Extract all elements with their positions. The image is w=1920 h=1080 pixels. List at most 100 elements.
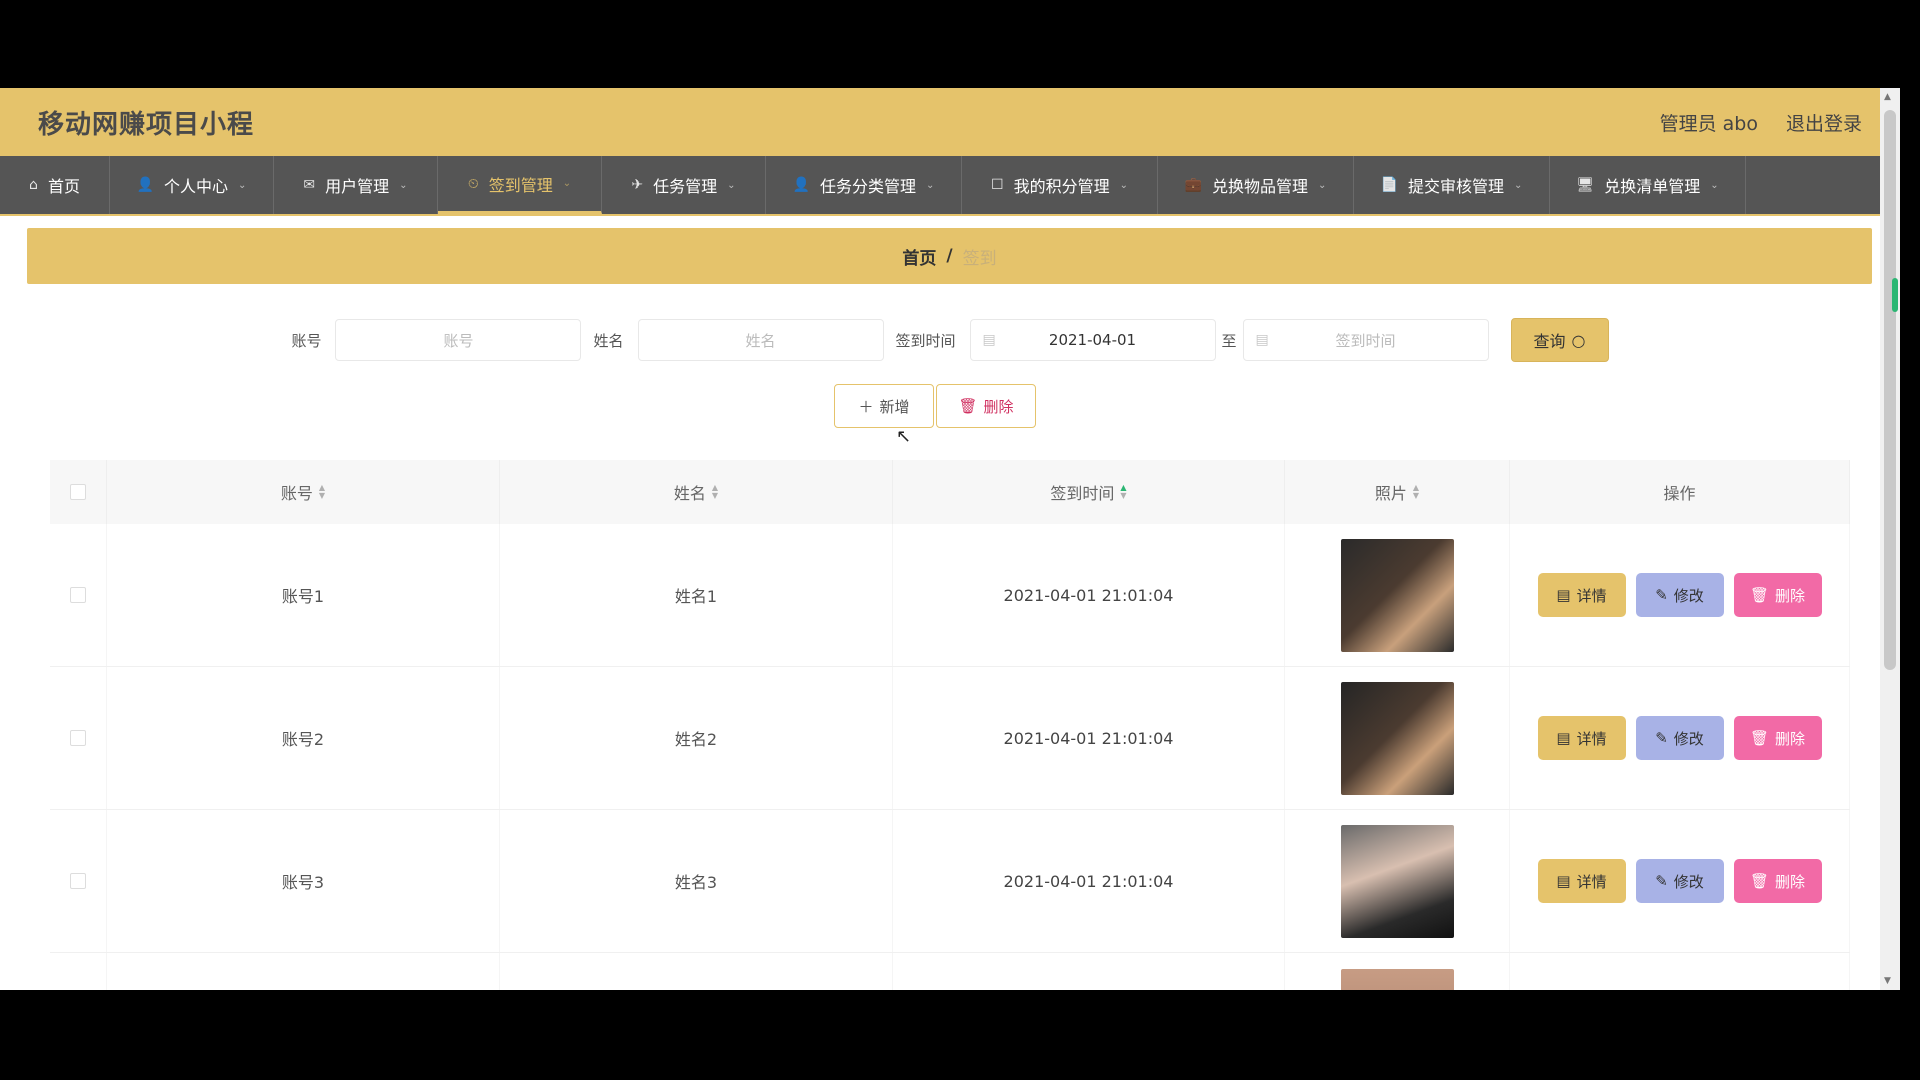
breadcrumb: 首页 / 签到 <box>27 228 1872 284</box>
name-input[interactable]: 姓名 <box>637 319 884 361</box>
col-actions-label: 操作 <box>1663 484 1696 503</box>
chevron-down-icon: ⌄ <box>727 179 736 191</box>
col-name[interactable]: 姓名 ▲ ▼ <box>500 460 893 524</box>
actions-cell: ▤ 详情 ✎ 修改 🗑 删除 <box>1510 524 1850 666</box>
select-all-checkbox[interactable] <box>70 484 86 500</box>
col-photo[interactable]: 照片 ▲ ▼ <box>1285 460 1510 524</box>
edit-button[interactable]: ✎ 修改 <box>1635 716 1724 760</box>
scroll-down-icon[interactable]: ▼ <box>1884 976 1891 986</box>
detail-button[interactable]: ▤ 详情 <box>1537 716 1626 760</box>
photo-thumbnail[interactable] <box>1340 538 1454 652</box>
start-date-input[interactable]: ▤ 2021-04-01 <box>969 319 1216 361</box>
delete-button[interactable]: 🗑 删除 <box>1733 859 1822 903</box>
nav-item[interactable]: ⌂ 首页 <box>0 156 110 214</box>
sort-icon: ▲ ▼ <box>711 483 719 500</box>
trash-icon: 🗑 <box>958 397 978 415</box>
table-body: 账号1 姓名1 2021-04-01 21:01:04 ▤ 详情 ✎ 修改 🗑 删除 … <box>50 524 1850 953</box>
query-button[interactable]: 查询 ○ <box>1510 318 1609 362</box>
photo-thumbnail[interactable] <box>1340 681 1454 795</box>
nav-item-label: 用户管理 <box>325 177 390 196</box>
account-cell <box>107 953 500 990</box>
row-select-cell <box>50 667 107 809</box>
top-header: 移动网赚项目小程 管理员 abo 退出登录 <box>0 88 1900 156</box>
account-cell: 账号2 <box>107 667 500 809</box>
col-time-label: 签到时间 <box>1050 484 1115 503</box>
photo-thumbnail[interactable] <box>1340 824 1454 938</box>
name-cell: 姓名3 <box>500 810 893 952</box>
nav-item[interactable]: ✈ 任务管理 ⌄ <box>602 156 766 214</box>
home-icon: ⌂ <box>29 177 38 193</box>
select-all-cell <box>50 460 107 524</box>
pencil-icon: ✎ <box>1655 729 1668 747</box>
nav-item-label: 任务分类管理 <box>820 177 917 196</box>
nav-item[interactable]: 🖥 兑换清单管理 ⌄ <box>1550 156 1746 214</box>
detail-button[interactable]: ▤ 详情 <box>1537 859 1626 903</box>
nav-item-label: 签到管理 <box>488 175 553 195</box>
photo-thumbnail[interactable] <box>1340 969 1454 990</box>
scroll-up-icon[interactable]: ▲ <box>1884 92 1891 102</box>
col-account[interactable]: 账号 ▲ ▼ <box>107 460 500 524</box>
name-cell <box>500 953 893 990</box>
account-placeholder: 账号 <box>443 331 474 350</box>
search-bar: 账号 账号 姓名 姓名 签到时间 ▤ 2021-04-01 至 ▤ 签到时间 查… <box>0 318 1900 362</box>
document-icon: ▤ <box>1556 872 1571 890</box>
vertical-scrollbar[interactable]: ▲ ▼ <box>1880 88 1900 990</box>
edit-button[interactable]: ✎ 修改 <box>1635 859 1724 903</box>
row-checkbox[interactable] <box>70 587 86 603</box>
chevron-down-icon: ⌄ <box>1514 179 1523 191</box>
name-cell: 姓名1 <box>500 524 893 666</box>
col-account-label: 账号 <box>280 484 313 503</box>
account-input[interactable]: 账号 <box>335 319 582 361</box>
monitor-icon: 🖥 <box>1576 177 1595 193</box>
nav-item[interactable]: 💼 兑换物品管理 ⌄ <box>1158 156 1354 214</box>
edit-button[interactable]: ✎ 修改 <box>1635 573 1724 617</box>
scroll-thumb[interactable] <box>1884 110 1896 670</box>
nav-item[interactable]: ⏲ 签到管理 ⌄ <box>438 156 602 214</box>
nav-item-label: 个人中心 <box>164 177 229 196</box>
chevron-down-icon: ⌄ <box>238 179 247 191</box>
nav-item-label: 我的积分管理 <box>1013 177 1110 196</box>
admin-label: 管理员 abo <box>1659 112 1758 135</box>
breadcrumb-home[interactable]: 首页 <box>902 244 936 269</box>
nav-item[interactable]: 👤 个人中心 ⌄ <box>110 156 274 214</box>
nav-item[interactable]: 👤 任务分类管理 ⌄ <box>766 156 962 214</box>
nav-item[interactable]: 📄 提交审核管理 ⌄ <box>1354 156 1550 214</box>
nav-item-label: 兑换物品管理 <box>1212 177 1309 196</box>
nav-item-label: 提交审核管理 <box>1408 177 1505 196</box>
edit-label: 修改 <box>1673 729 1704 748</box>
edit-label: 修改 <box>1673 586 1704 605</box>
table-actions: ＋ 新增 🗑 删除 <box>0 384 1900 428</box>
sort-icon: ▲ ▼ <box>318 483 326 500</box>
briefcase-icon: 💼 <box>1184 177 1203 193</box>
delete-button[interactable]: 🗑 删除 <box>1733 716 1822 760</box>
row-select-cell <box>50 524 107 666</box>
batch-delete-button[interactable]: 🗑 删除 <box>936 384 1036 428</box>
detail-label: 详情 <box>1576 872 1607 891</box>
mouse-cursor-icon: ↖ <box>896 426 912 447</box>
name-cell: 姓名2 <box>500 667 893 809</box>
time-cell <box>893 953 1285 990</box>
delete-label: 删除 <box>983 397 1014 416</box>
pencil-icon: ✎ <box>1655 586 1668 604</box>
nav-item-label: 兑换清单管理 <box>1604 177 1701 196</box>
row-checkbox[interactable] <box>70 730 86 746</box>
delete-button[interactable]: 🗑 删除 <box>1733 573 1822 617</box>
detail-label: 详情 <box>1576 729 1607 748</box>
actions-cell: ▤ 详情 ✎ 修改 🗑 删除 <box>1510 667 1850 809</box>
nav-item[interactable]: ☐ 我的积分管理 ⌄ <box>962 156 1158 214</box>
add-button[interactable]: ＋ 新增 <box>834 384 934 428</box>
col-time[interactable]: 签到时间 ▲ ▼ <box>893 460 1285 524</box>
name-label: 姓名 <box>593 331 624 350</box>
detail-button[interactable]: ▤ 详情 <box>1537 573 1626 617</box>
app-window: 移动网赚项目小程 管理员 abo 退出登录 ⌂ 首页 👤 个人中心 ⌄ ✉ 用户管理 ⌄ ⏲ 签到… <box>0 88 1900 990</box>
account-cell: 账号3 <box>107 810 500 952</box>
send-icon: ✈ <box>631 177 644 193</box>
mail-icon: ✉ <box>303 177 316 193</box>
logout-link[interactable]: 退出登录 <box>1786 109 1862 136</box>
row-checkbox[interactable] <box>70 873 86 889</box>
scroll-indicator <box>1892 278 1898 312</box>
end-date-input[interactable]: ▤ 签到时间 <box>1242 319 1489 361</box>
trash-icon: 🗑 <box>1749 586 1770 604</box>
actions-cell <box>1510 953 1850 990</box>
nav-item[interactable]: ✉ 用户管理 ⌄ <box>274 156 438 214</box>
